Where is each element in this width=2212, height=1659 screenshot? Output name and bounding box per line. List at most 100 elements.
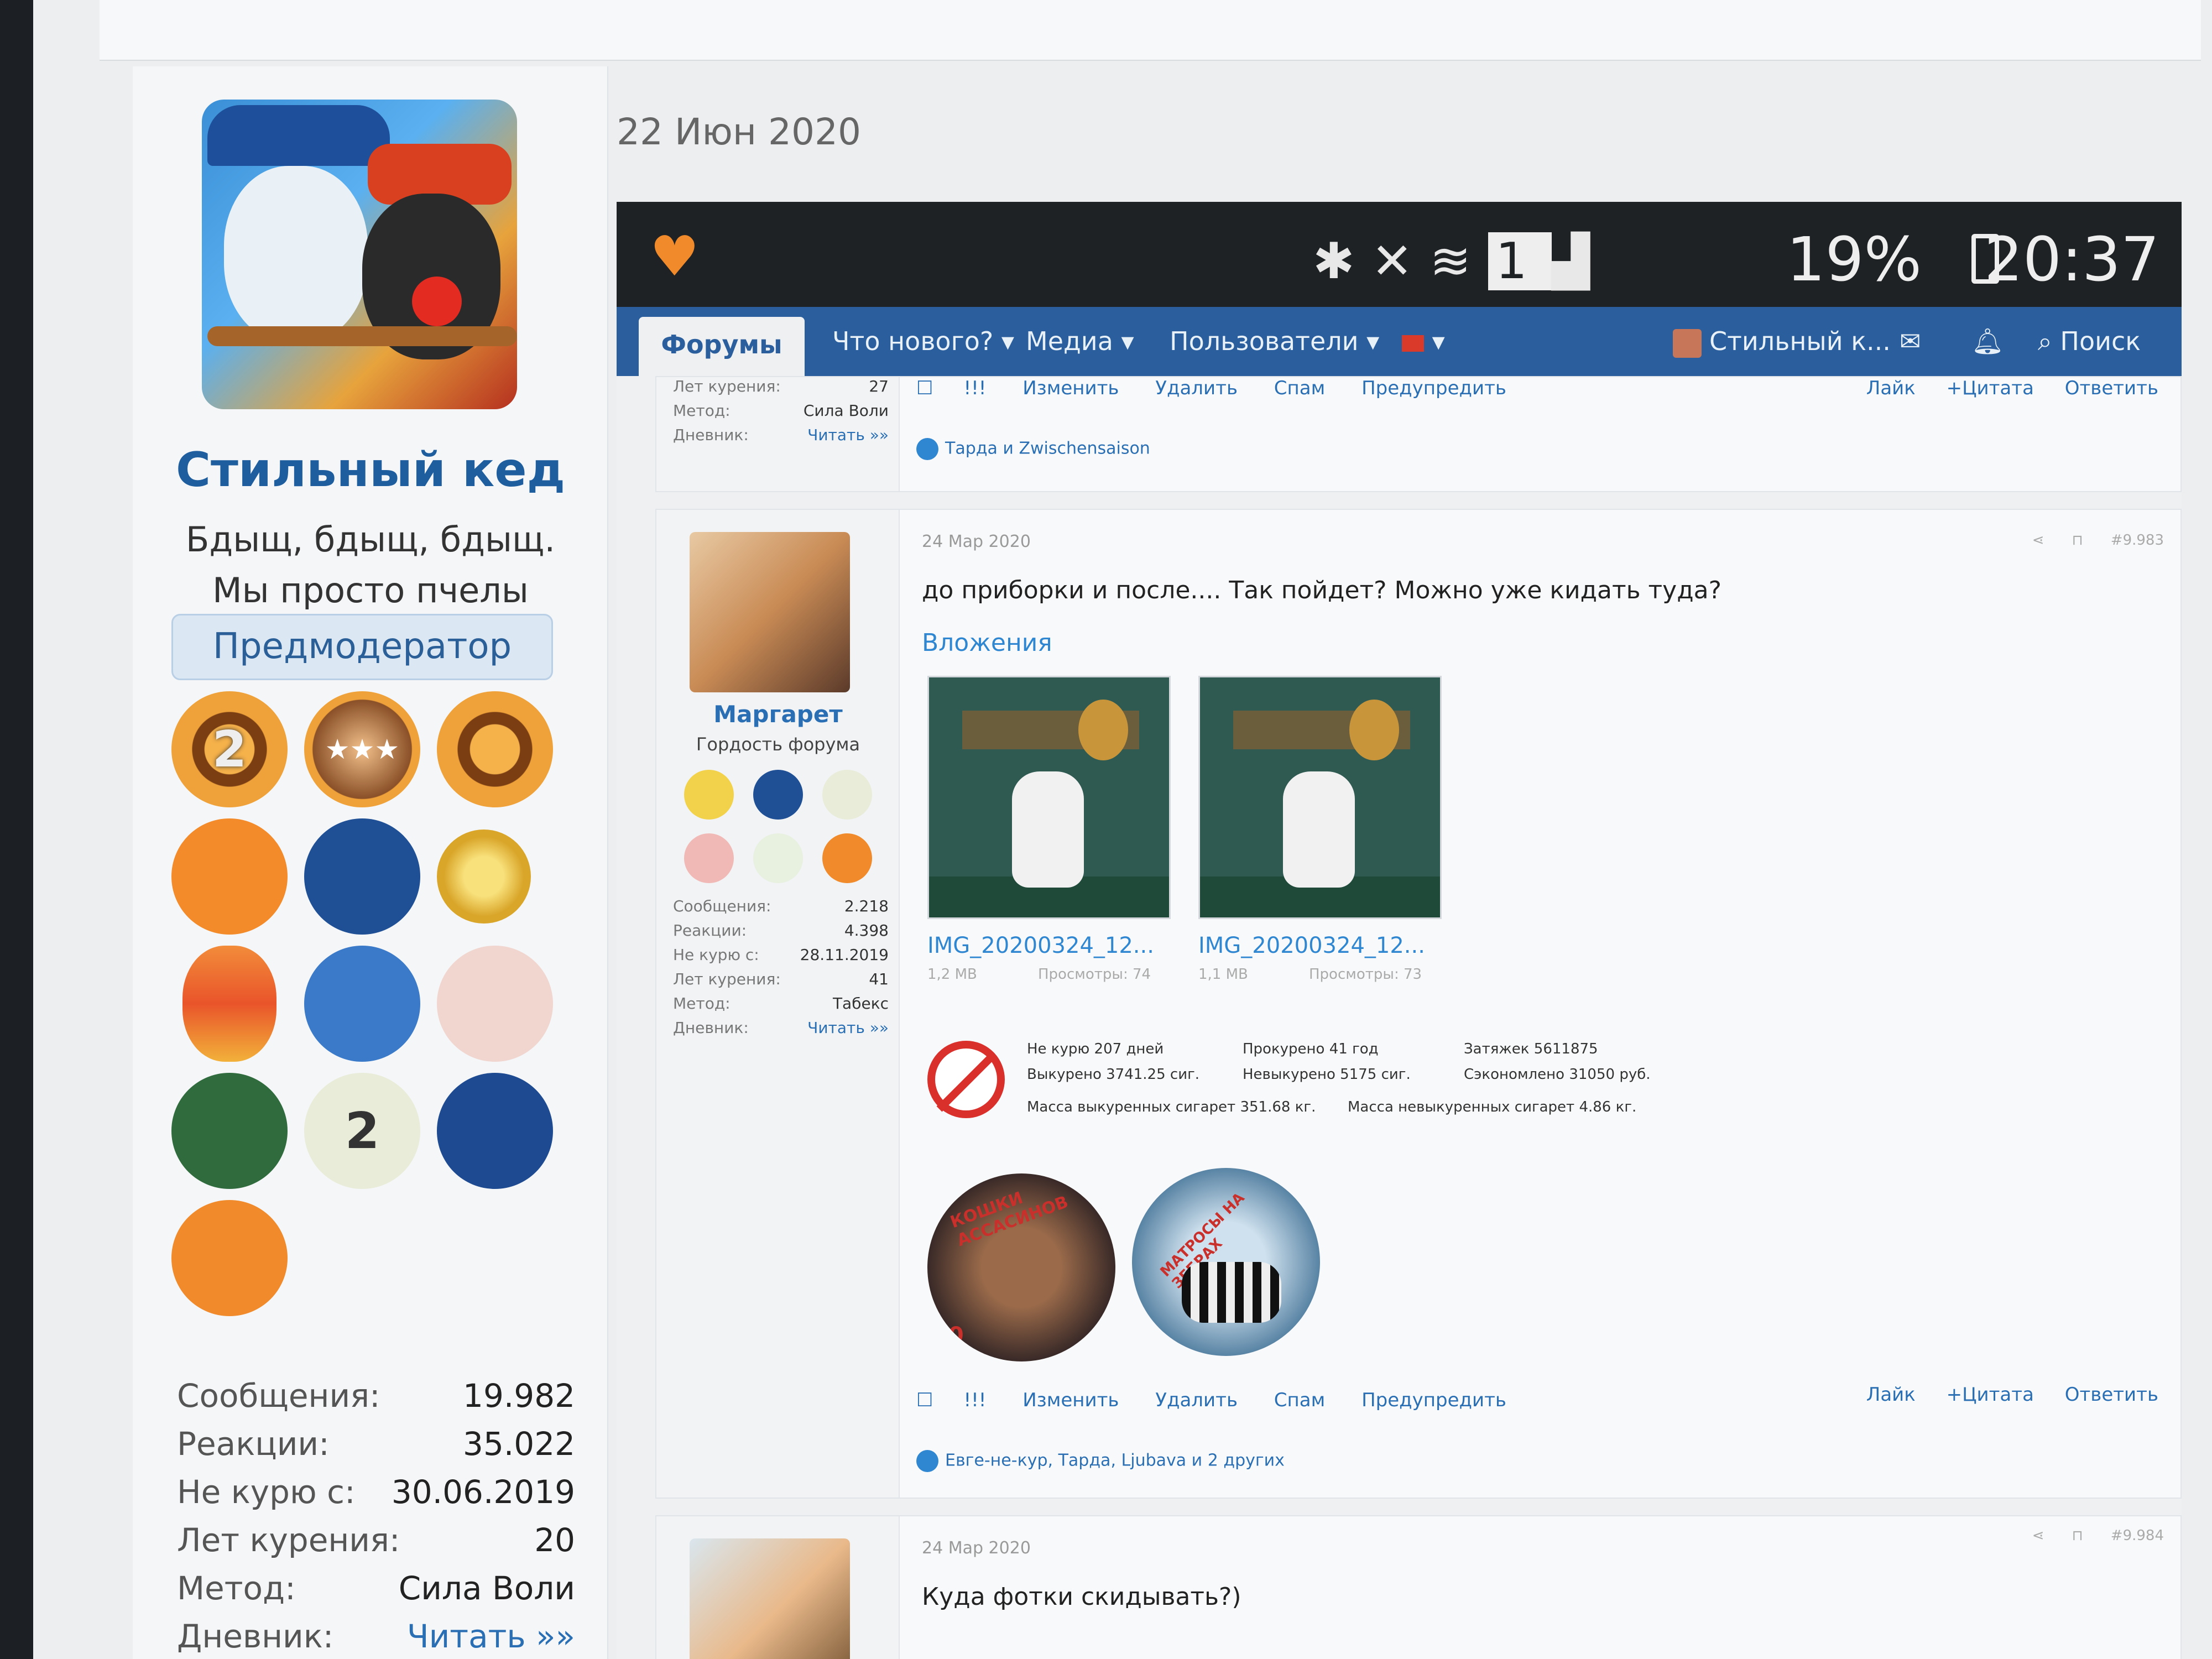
author-name[interactable]: Маргарет [656, 701, 900, 728]
user-title: Бдыщ, бдыщ, бдыщ. Мы просто пчелы [185, 519, 556, 611]
edit-link[interactable]: Изменить [1022, 377, 1119, 399]
stat-row: Сообщения: 19.982 [177, 1376, 575, 1415]
people-circle-trophy-icon[interactable] [171, 818, 288, 935]
stat-row: Не курю с: 30.06.2019 [177, 1473, 575, 1511]
warn-link[interactable]: Предупредить [1361, 1389, 1506, 1411]
quote-button[interactable]: +Цитата [1947, 377, 2034, 399]
flag-icon[interactable]: ▾ [1402, 307, 1445, 376]
post-text: Куда фотки скидывать?) [922, 1583, 1241, 1611]
user-avatar[interactable] [202, 100, 517, 409]
zebra-sailors-badge[interactable]: МАТРОСЫ НА ЗЕБРАХ [1132, 1168, 1320, 1356]
book-trophy-icon[interactable] [171, 1200, 288, 1316]
helm-trophy-icon[interactable] [437, 691, 553, 807]
flower-trophy-icon[interactable] [822, 770, 872, 820]
username[interactable]: Стильный кед [133, 442, 608, 498]
author-avatar[interactable] [690, 1538, 850, 1659]
search-button[interactable]: ⌕ Поиск [2038, 307, 2141, 376]
post-actions: Лайк +Цитата Ответить [1841, 1384, 2158, 1406]
like-button[interactable]: Лайк [1866, 377, 1916, 399]
status-icons: ✱✕≋ 1 ▟ [1313, 232, 1606, 290]
moderator-actions: ☐!!! Изменить Удалить Спам Предупредить [916, 377, 1537, 399]
diary-link[interactable]: Читать »» [407, 1618, 575, 1655]
account-menu[interactable]: Стильный к... [1673, 307, 1891, 376]
like-button[interactable]: Лайк [1866, 1384, 1916, 1406]
monitor-screen: Стильный кед Бдыщ, бдыщ, бдыщ. Мы просто… [33, 0, 2212, 1659]
bookmark-icon: ⊓ [2072, 1527, 2083, 1544]
dancing-people-trophy-icon[interactable] [753, 770, 803, 820]
post-number[interactable]: ⋖ ⊓ #9.984 [2032, 1527, 2164, 1544]
wifi-icon: ≋ [1430, 232, 1488, 290]
chevron-down-icon: ▾ [1366, 326, 1380, 356]
bell-icon[interactable]: 🔔︎ [1971, 307, 2004, 376]
helm-trophy-icon[interactable]: 2 [171, 691, 288, 807]
chevron-down-icon: ▾ [1121, 326, 1134, 356]
spam-link[interactable]: Спам [1274, 377, 1325, 399]
post-previous: Лет курения: 27 Метод: Сила Воли Дневник: Ч… [655, 376, 2182, 492]
signature-mass: Масса выкуренных сигарет 351.68 кг. [1027, 1099, 1316, 1115]
warn-icon[interactable]: !!! [963, 377, 986, 399]
tab-whats-new[interactable]: Что нового? ▾ [832, 307, 1014, 376]
delete-link[interactable]: Удалить [1155, 1389, 1238, 1411]
share-icon: ⋖ [2032, 532, 2044, 549]
medal-trophy-icon[interactable] [437, 830, 531, 924]
edit-link[interactable]: Изменить [1022, 1389, 1119, 1411]
frog-trophy-icon[interactable] [171, 1073, 288, 1189]
swimmer-trophy-icon[interactable] [684, 833, 734, 883]
user-stats: Сообщения: 19.982 Реакции: 35.022 Не курю … [177, 1371, 575, 1659]
attachment-views: Просмотры: 73 [1309, 966, 1422, 983]
attachment-name[interactable]: IMG_20200324_12... [927, 933, 1154, 958]
reply-button[interactable]: Ответить [2065, 377, 2158, 399]
dancing-people-trophy-icon[interactable] [304, 818, 420, 935]
share-icon: ⋖ [2032, 1527, 2044, 1544]
quote-button[interactable]: +Цитата [1947, 1384, 2034, 1406]
clock: 20:37 [1984, 224, 2159, 295]
post-date[interactable]: 24 Мар 2020 [922, 1538, 1031, 1558]
author-title: Гордость форума [696, 734, 860, 755]
author-avatar[interactable] [690, 532, 850, 692]
reactions-bar[interactable]: Тарда и Zwischensaison [916, 438, 1150, 460]
reply-button[interactable]: Ответить [2065, 1384, 2158, 1406]
diary-link[interactable]: Читать »» [807, 1019, 889, 1043]
spam-link[interactable]: Спам [1274, 1389, 1325, 1411]
moderator-actions: ☐!!! Изменить Удалить Спам Предупредить [916, 1389, 1537, 1411]
like-reaction-icon [916, 1450, 938, 1472]
tab-members[interactable]: Пользователи ▾ [1170, 307, 1379, 376]
post-number[interactable]: ⋖ ⊓ #9.983 [2032, 532, 2164, 549]
easter-egg-trophy-icon[interactable] [182, 946, 276, 1062]
book-trophy-icon[interactable] [822, 833, 872, 883]
post-margaret: Маргарет Гордость форума Сообщения: 2.218… [655, 509, 2182, 1499]
post-next: 24 Мар 2020 ⋖ ⊓ #9.984 Куда фотки скидыват… [655, 1515, 2182, 1659]
select-checkbox[interactable]: ☐ [916, 1389, 933, 1411]
heart-rate-icon: ♥ [650, 224, 700, 289]
stat-row: Реакции: 35.022 [177, 1425, 575, 1463]
account-avatar [1673, 328, 1702, 358]
hands-heart-trophy-icon[interactable] [437, 946, 553, 1062]
delete-link[interactable]: Удалить [1155, 377, 1238, 399]
reactions-bar[interactable]: Евге-не-кур, Тарда, Ljubava и 2 других [916, 1450, 1285, 1472]
select-checkbox[interactable]: ☐ [916, 377, 933, 399]
megaphone-trophy-icon[interactable] [437, 1073, 553, 1189]
assassin-cats-badge[interactable]: КОШКИ АССАСИНОВ 20 [927, 1173, 1115, 1361]
attachment-thumbnail[interactable] [927, 676, 1171, 919]
signature-col: Не курю 207 дней Выкурено 3741.25 сиг. [1027, 1041, 1200, 1083]
watermelon-trophy-icon[interactable] [753, 833, 803, 883]
warn-icon[interactable]: !!! [963, 1389, 986, 1411]
phone-status-bar: ♥ ✱✕≋ 1 ▟ 19% 20:37 [617, 202, 2182, 307]
forum-navbar: Форумы Что нового? ▾ Медиа ▾ Пользовател… [617, 307, 2182, 376]
stars-trophy-icon[interactable]: ★★★ [304, 691, 420, 807]
stat-row: Лет курения: 20 [177, 1521, 575, 1559]
attachment-thumbnail[interactable] [1198, 676, 1442, 919]
warn-link[interactable]: Предупредить [1361, 377, 1506, 399]
attached-screenshot: ♥ ✱✕≋ 1 ▟ 19% 20:37 Форумы Что нового? ▾ М… [617, 202, 2182, 1659]
inbox-icon[interactable]: ✉ [1900, 307, 1921, 376]
medal-trophy-icon[interactable] [684, 770, 734, 820]
tab-forums[interactable]: Форумы [639, 317, 805, 376]
flower-trophy-icon[interactable]: 2 [304, 1073, 420, 1189]
attachment-name[interactable]: IMG_20200324_12... [1198, 933, 1425, 958]
no-smoking-icon [927, 1041, 1005, 1118]
battery-percent: 19% [1786, 224, 1922, 295]
post-date[interactable]: 24 Мар 2020 [922, 532, 1031, 551]
strength-trophy-icon[interactable] [304, 946, 420, 1062]
tab-media[interactable]: Медиа ▾ [1026, 307, 1134, 376]
post-text: до приборки и после.... Так пойдет? Можн… [922, 576, 1721, 604]
